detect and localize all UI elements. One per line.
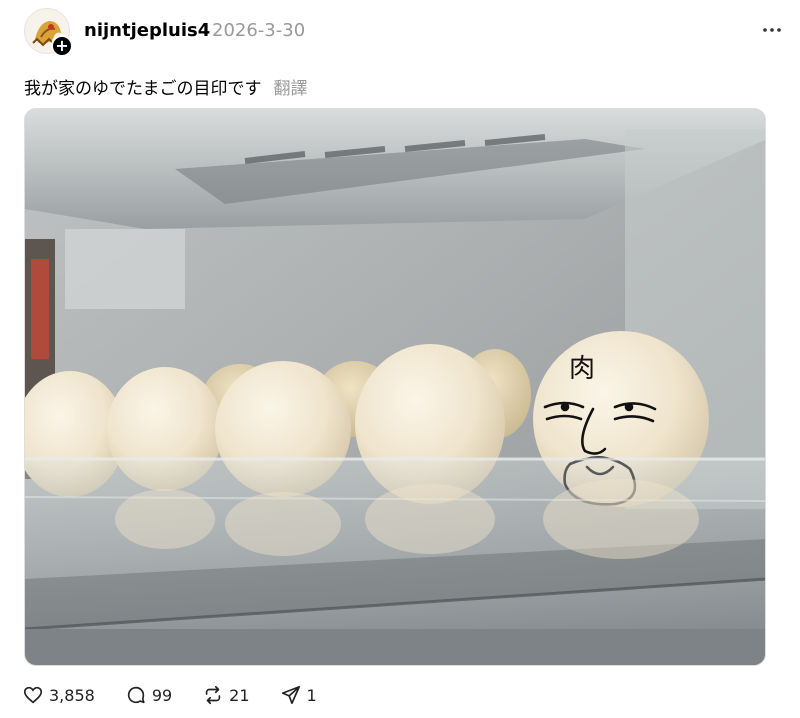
like-button[interactable]: 3,858 — [22, 684, 95, 706]
share-count: 1 — [306, 685, 317, 705]
username[interactable]: nijntjepluis4 — [84, 20, 210, 41]
post-body: 我が家のゆでたまごの目印です — [24, 79, 262, 99]
share-button[interactable]: 1 — [280, 684, 317, 706]
heart-icon — [23, 686, 43, 704]
action-bar: 3,858 99 21 1 — [22, 684, 347, 706]
like-count: 3,858 — [49, 685, 95, 705]
reply-count: 99 — [151, 685, 173, 705]
repost-icon — [205, 685, 221, 705]
send-icon — [281, 685, 300, 705]
translate-link[interactable]: 翻譯 — [274, 79, 308, 99]
repost-count: 21 — [229, 685, 250, 705]
post-text: 我が家のゆでたまごの目印です 翻譯 — [24, 74, 308, 99]
more-dots-icon[interactable] — [760, 18, 784, 42]
post-photo[interactable]: 肉 — [24, 108, 766, 666]
egg-kanji: 肉 — [569, 354, 595, 384]
post-timestamp[interactable]: 2026-3-30 — [212, 20, 305, 41]
repost-button[interactable]: 21 — [202, 684, 250, 706]
post-card: + nijntjepluis4 2026-3-30 我が家のゆでたまごの目印です… — [0, 0, 800, 718]
follow-plus-icon[interactable]: + — [51, 35, 73, 57]
avatar-container[interactable]: + — [24, 8, 73, 57]
comment-icon — [127, 686, 145, 704]
reply-button[interactable]: 99 — [125, 684, 172, 706]
